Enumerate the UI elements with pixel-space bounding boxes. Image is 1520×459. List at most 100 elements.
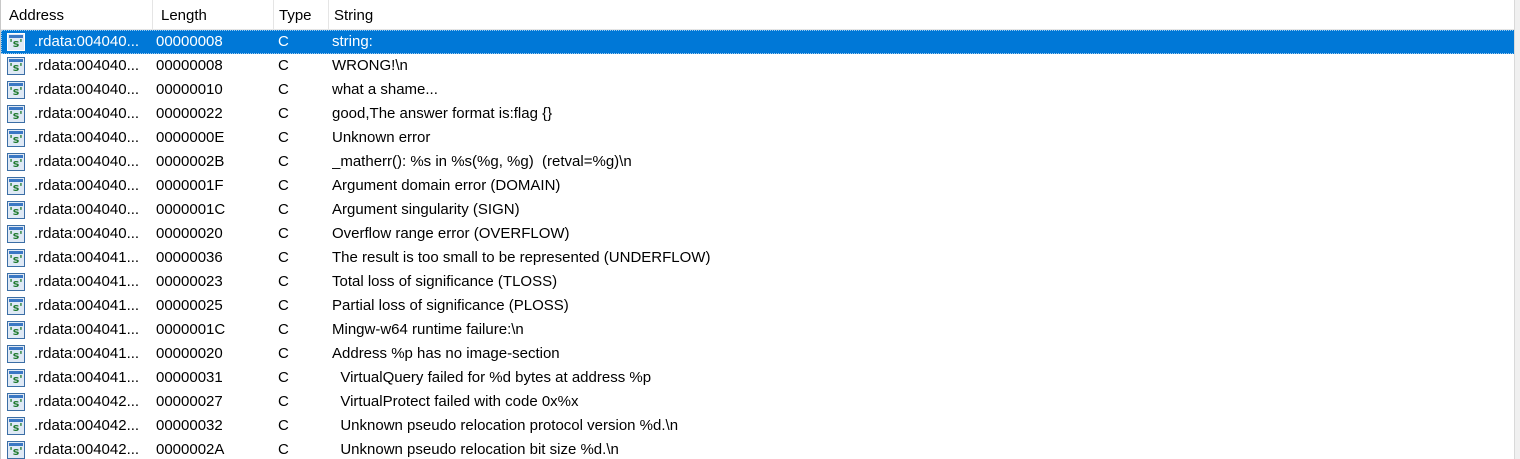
type-cell: C: [278, 249, 289, 266]
string-literal-icon: 's': [7, 129, 25, 147]
length-cell: 00000027: [156, 393, 223, 410]
row-icon-cell: 's': [7, 126, 27, 150]
strings-window: Address Length Type String 's' .rdata:00…: [0, 0, 1515, 459]
string-cell: good,The answer format is:flag {}: [332, 105, 553, 122]
address-cell: .rdata:004042...: [34, 417, 140, 434]
type-cell: C: [278, 177, 289, 194]
string-cell: Partial loss of significance (PLOSS): [332, 297, 569, 314]
type-cell: C: [278, 273, 289, 290]
length-cell: 0000002A: [156, 441, 225, 458]
string-literal-icon: 's': [7, 417, 25, 435]
string-literal-icon: 's': [7, 177, 25, 195]
type-cell: C: [278, 369, 289, 386]
address-cell: .rdata:004040...: [34, 33, 140, 50]
type-cell: C: [278, 81, 289, 98]
string-row[interactable]: 's' .rdata:004041... 00000031 C VirtualQ…: [1, 366, 1515, 390]
type-cell: C: [278, 345, 289, 362]
address-cell: .rdata:004041...: [34, 369, 140, 386]
column-header-type[interactable]: Type: [274, 0, 329, 30]
row-icon-cell: 's': [7, 102, 27, 126]
string-row[interactable]: 's' .rdata:004040... 0000001C C Argument…: [1, 198, 1515, 222]
icon-glyph: 's': [9, 325, 23, 338]
row-icon-cell: 's': [7, 318, 27, 342]
icon-glyph: 's': [9, 349, 23, 362]
string-row[interactable]: 's' .rdata:004042... 0000002A C Unknown …: [1, 438, 1515, 459]
string-row[interactable]: 's' .rdata:004042... 00000027 C VirtualP…: [1, 390, 1515, 414]
strings-list: 's' .rdata:004040... 00000008 C string: …: [1, 30, 1515, 459]
row-icon-cell: 's': [7, 390, 27, 414]
address-cell: .rdata:004042...: [34, 441, 140, 458]
string-cell: Unknown error: [332, 129, 431, 146]
icon-glyph: 's': [9, 157, 23, 170]
type-cell: C: [278, 393, 289, 410]
length-cell: 00000023: [156, 273, 223, 290]
length-cell: 00000036: [156, 249, 223, 266]
string-literal-icon: 's': [7, 225, 25, 243]
vertical-scrollbar[interactable]: [1514, 0, 1520, 459]
string-row[interactable]: 's' .rdata:004040... 00000010 C what a s…: [1, 78, 1515, 102]
address-cell: .rdata:004040...: [34, 201, 140, 218]
string-literal-icon: 's': [7, 81, 25, 99]
length-cell: 0000001C: [156, 321, 226, 338]
string-literal-icon: 's': [7, 201, 25, 219]
string-row[interactable]: 's' .rdata:004041... 0000001C C Mingw-w6…: [1, 318, 1515, 342]
type-cell: C: [278, 225, 289, 242]
icon-glyph: 's': [9, 37, 23, 50]
string-row[interactable]: 's' .rdata:004040... 00000022 C good,The…: [1, 102, 1515, 126]
string-row[interactable]: 's' .rdata:004040... 00000008 C string:: [1, 30, 1515, 54]
string-cell: VirtualQuery failed for %d bytes at addr…: [332, 369, 652, 386]
type-cell: C: [278, 57, 289, 74]
row-icon-cell: 's': [7, 342, 27, 366]
row-icon-cell: 's': [7, 54, 27, 78]
string-literal-icon: 's': [7, 321, 25, 339]
string-literal-icon: 's': [7, 345, 25, 363]
length-cell: 00000008: [156, 57, 223, 74]
length-cell: 00000008: [156, 33, 223, 50]
type-cell: C: [278, 201, 289, 218]
string-row[interactable]: 's' .rdata:004040... 0000002B C _matherr…: [1, 150, 1515, 174]
column-header-string[interactable]: String: [329, 0, 1515, 30]
string-row[interactable]: 's' .rdata:004041... 00000025 C Partial …: [1, 294, 1515, 318]
row-icon-cell: 's': [7, 198, 27, 222]
string-literal-icon: 's': [7, 33, 25, 51]
icon-glyph: 's': [9, 181, 23, 194]
string-cell: Address %p has no image-section: [332, 345, 560, 362]
icon-glyph: 's': [9, 85, 23, 98]
column-header-length[interactable]: Length: [153, 0, 274, 30]
length-cell: 00000020: [156, 345, 223, 362]
type-cell: C: [278, 153, 289, 170]
string-literal-icon: 's': [7, 153, 25, 171]
string-cell: WRONG!\n: [332, 57, 408, 74]
column-header: Address Length Type String: [1, 0, 1515, 30]
length-cell: 00000031: [156, 369, 223, 386]
row-icon-cell: 's': [7, 270, 27, 294]
column-header-address[interactable]: Address: [1, 0, 153, 30]
address-cell: .rdata:004041...: [34, 345, 140, 362]
string-row[interactable]: 's' .rdata:004040... 0000000E C Unknown …: [1, 126, 1515, 150]
row-icon-cell: 's': [7, 294, 27, 318]
icon-glyph: 's': [9, 109, 23, 122]
string-cell: Overflow range error (OVERFLOW): [332, 225, 570, 242]
address-cell: .rdata:004040...: [34, 225, 140, 242]
string-cell: Unknown pseudo relocation bit size %d.\n: [332, 441, 619, 458]
type-cell: C: [278, 105, 289, 122]
length-cell: 00000032: [156, 417, 223, 434]
string-row[interactable]: 's' .rdata:004040... 00000020 C Overflow…: [1, 222, 1515, 246]
string-row[interactable]: 's' .rdata:004040... 00000008 C WRONG!\n: [1, 54, 1515, 78]
string-cell: what a shame...: [332, 81, 438, 98]
address-cell: .rdata:004042...: [34, 393, 140, 410]
string-row[interactable]: 's' .rdata:004041... 00000036 C The resu…: [1, 246, 1515, 270]
icon-glyph: 's': [9, 445, 23, 458]
string-row[interactable]: 's' .rdata:004040... 0000001F C Argument…: [1, 174, 1515, 198]
string-cell: string:: [332, 33, 373, 50]
string-cell: _matherr(): %s in %s(%g, %g) (retval=%g)…: [332, 153, 632, 170]
string-cell: The result is too small to be represente…: [332, 249, 711, 266]
string-cell: Total loss of significance (TLOSS): [332, 273, 558, 290]
type-cell: C: [278, 441, 289, 458]
length-cell: 0000000E: [156, 129, 225, 146]
string-row[interactable]: 's' .rdata:004041... 00000020 C Address …: [1, 342, 1515, 366]
string-row[interactable]: 's' .rdata:004042... 00000032 C Unknown …: [1, 414, 1515, 438]
icon-glyph: 's': [9, 373, 23, 386]
string-literal-icon: 's': [7, 57, 25, 75]
string-row[interactable]: 's' .rdata:004041... 00000023 C Total lo…: [1, 270, 1515, 294]
